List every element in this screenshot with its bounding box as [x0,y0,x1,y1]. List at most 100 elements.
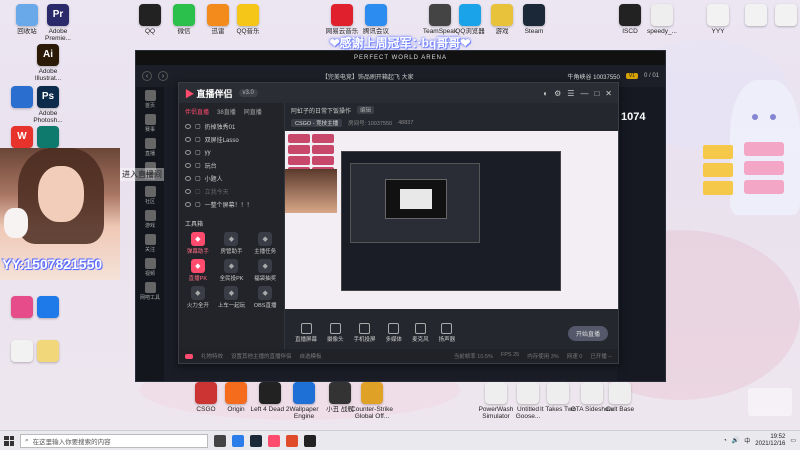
tool-button[interactable]: ◆ 直播PK [183,259,213,282]
tool-button[interactable]: ◆ 火力全开 [183,286,213,309]
task-view-icon[interactable] [214,434,226,447]
tool-button[interactable]: ◆ 弹幕助手 [183,232,213,255]
scene-tab[interactable]: 伴侣直播 [185,107,209,116]
lock-icon[interactable]: ▢ [195,123,201,130]
tool-button[interactable]: ◆ OBS直播 [250,286,280,309]
windows-start-icon[interactable] [4,435,14,446]
visibility-icon[interactable] [185,150,191,155]
tool-icon: ◆ [224,259,239,273]
app-icon[interactable] [304,434,316,447]
nav-icon [144,210,156,221]
desktop-icon[interactable]: QQ音乐 [226,4,270,35]
status-item[interactable]: 礼物特效 [201,352,223,360]
tool-button[interactable]: ◆ 福袋抽奖 [250,259,280,282]
desktop-icon[interactable]: Steam [512,4,556,35]
search-icon: ⌕ [25,436,29,444]
source-icon [329,323,341,334]
desktop-icon[interactable]: Cult Base [598,382,642,413]
scene-tab[interactable]: 同直播 [244,107,262,116]
start-stream-button[interactable]: 开始直播 [567,325,608,341]
stream-info-bar: 阿虹子的日常下饭操作 编辑 [285,103,618,117]
scene-item[interactable]: ▢ 玩台 [179,159,284,172]
scene-tab[interactable]: 38直播 [217,107,236,116]
nav-item[interactable]: 游戏 [136,207,164,231]
nav-item[interactable]: 直播 [136,135,164,159]
nav-item[interactable]: 关注 [136,231,164,255]
source-button[interactable]: 多媒体 [385,323,403,343]
tool-button[interactable]: ◆ 上车一起玩 [217,286,247,309]
stream-preview[interactable] [285,131,618,309]
ime-indicator[interactable]: 中 [744,436,750,445]
desktop-icon[interactable]: speedy_... [640,4,684,35]
menu-icon[interactable]: ☰ [567,89,574,98]
desktop-icon[interactable] [26,340,70,364]
game-category[interactable]: CSGO - 竞技主播 [291,119,343,127]
lock-icon[interactable]: ▢ [195,162,201,169]
scene-item[interactable]: ▢ 一整个屏幕！！！ [179,198,284,211]
nav-item[interactable]: 社区 [136,183,164,207]
stream-title[interactable]: 阿虹子的日常下饭操作 [291,106,351,115]
skin-icon[interactable]: ◐ [543,89,548,98]
notification-icon[interactable]: ▭ [790,437,796,444]
tool-button[interactable]: ◆ 房管助手 [217,232,247,255]
source-button[interactable]: 扬声器 [439,323,455,343]
scene-item[interactable]: ▢ 立我今天 [179,185,284,198]
minimize-icon[interactable]: — [580,89,588,98]
scene-item[interactable]: ▢ yy [179,146,284,159]
close-icon[interactable]: ✕ [605,89,612,98]
visibility-icon[interactable] [185,137,191,142]
lock-icon[interactable]: ▢ [195,188,201,195]
lock-icon[interactable]: ▢ [195,149,201,156]
network-icon[interactable]: ◔ [723,438,727,444]
volume-icon[interactable]: 🔊 [732,437,739,444]
source-label: 多媒体 [385,337,403,343]
nav-item[interactable]: 赛事 [136,111,164,135]
tool-icon: ◆ [224,232,239,246]
scene-item[interactable]: ▢ 双屏挂Lasso [179,133,284,146]
nav-item[interactable]: 首页 [136,87,164,111]
live-assistant-icon[interactable] [268,434,280,447]
scene-item[interactable]: ▢ 扔掉独秀01 [179,120,284,133]
tool-button[interactable]: ◆ 全民投PK [217,259,247,282]
desktop-icon[interactable]: Ps Adobe Photosh... [26,86,70,125]
visibility-icon[interactable] [185,189,191,194]
desktop-icon[interactable]: Counter-Strike Global Off... [350,382,394,421]
forward-icon[interactable]: › [158,71,168,81]
lock-icon[interactable]: ▢ [195,136,201,143]
settings-icon[interactable]: ⚙ [554,89,561,98]
explorer-icon[interactable] [232,434,244,447]
maximize-icon[interactable]: □ [594,89,599,98]
desktop-icon[interactable] [26,296,70,320]
scene-item[interactable]: ▢ 小题人 [179,172,284,185]
source-button[interactable]: 麦克风 [412,323,429,343]
stream-tab-title[interactable]: 【完美电竞】饰品刷开箱起飞 大家 [174,72,561,81]
taskbar-search[interactable]: ⌕ 在这里输入你要搜索的内容 [20,433,208,448]
visibility-icon[interactable] [185,202,191,207]
clock[interactable]: 19:52 2021/12/16 [755,434,785,447]
lock-icon[interactable]: ▢ [195,175,201,182]
desktop-icon[interactable] [26,126,70,150]
edit-title-button[interactable]: 编辑 [357,106,375,114]
visibility-icon[interactable] [185,163,191,168]
record-indicator [185,353,193,359]
live-assistant-window[interactable]: ▶ 直播伴侣 v3.0 ◐ ⚙ ☰ — □ ✕ 伴侣直播 38直播 同直播 ▢ 扔掉独… [178,82,619,364]
steam-icon[interactable] [250,434,262,447]
system-tray: ◔ 🔊 中 19:52 2021/12/16 ▭ [723,434,796,447]
desktop-icon[interactable] [764,4,800,28]
desktop-icon[interactable]: Ai Adobe Illustrat... [26,44,70,83]
status-item[interactable]: 自选模板 [300,352,322,360]
app-icon[interactable] [286,434,298,447]
visibility-icon[interactable] [185,124,191,129]
nav-item[interactable]: 视频 [136,255,164,279]
back-icon[interactable]: ‹ [142,71,152,81]
source-button[interactable]: 直播屏幕 [295,323,317,343]
tool-button[interactable]: ◆ 主播任务 [250,232,280,255]
status-item[interactable]: 设置其他主播的直播伴侣 [231,352,292,360]
visibility-icon[interactable] [185,176,191,181]
desktop-icon[interactable]: 腾讯会议 [354,4,398,35]
desktop-icon[interactable]: Pr Adobe Premie... [36,4,80,43]
lock-icon[interactable]: ▢ [195,201,201,208]
source-button[interactable]: 摄像头 [327,323,344,343]
nav-item[interactable]: 网吧工具 [136,279,164,303]
source-button[interactable]: 手机投屏 [354,323,376,343]
